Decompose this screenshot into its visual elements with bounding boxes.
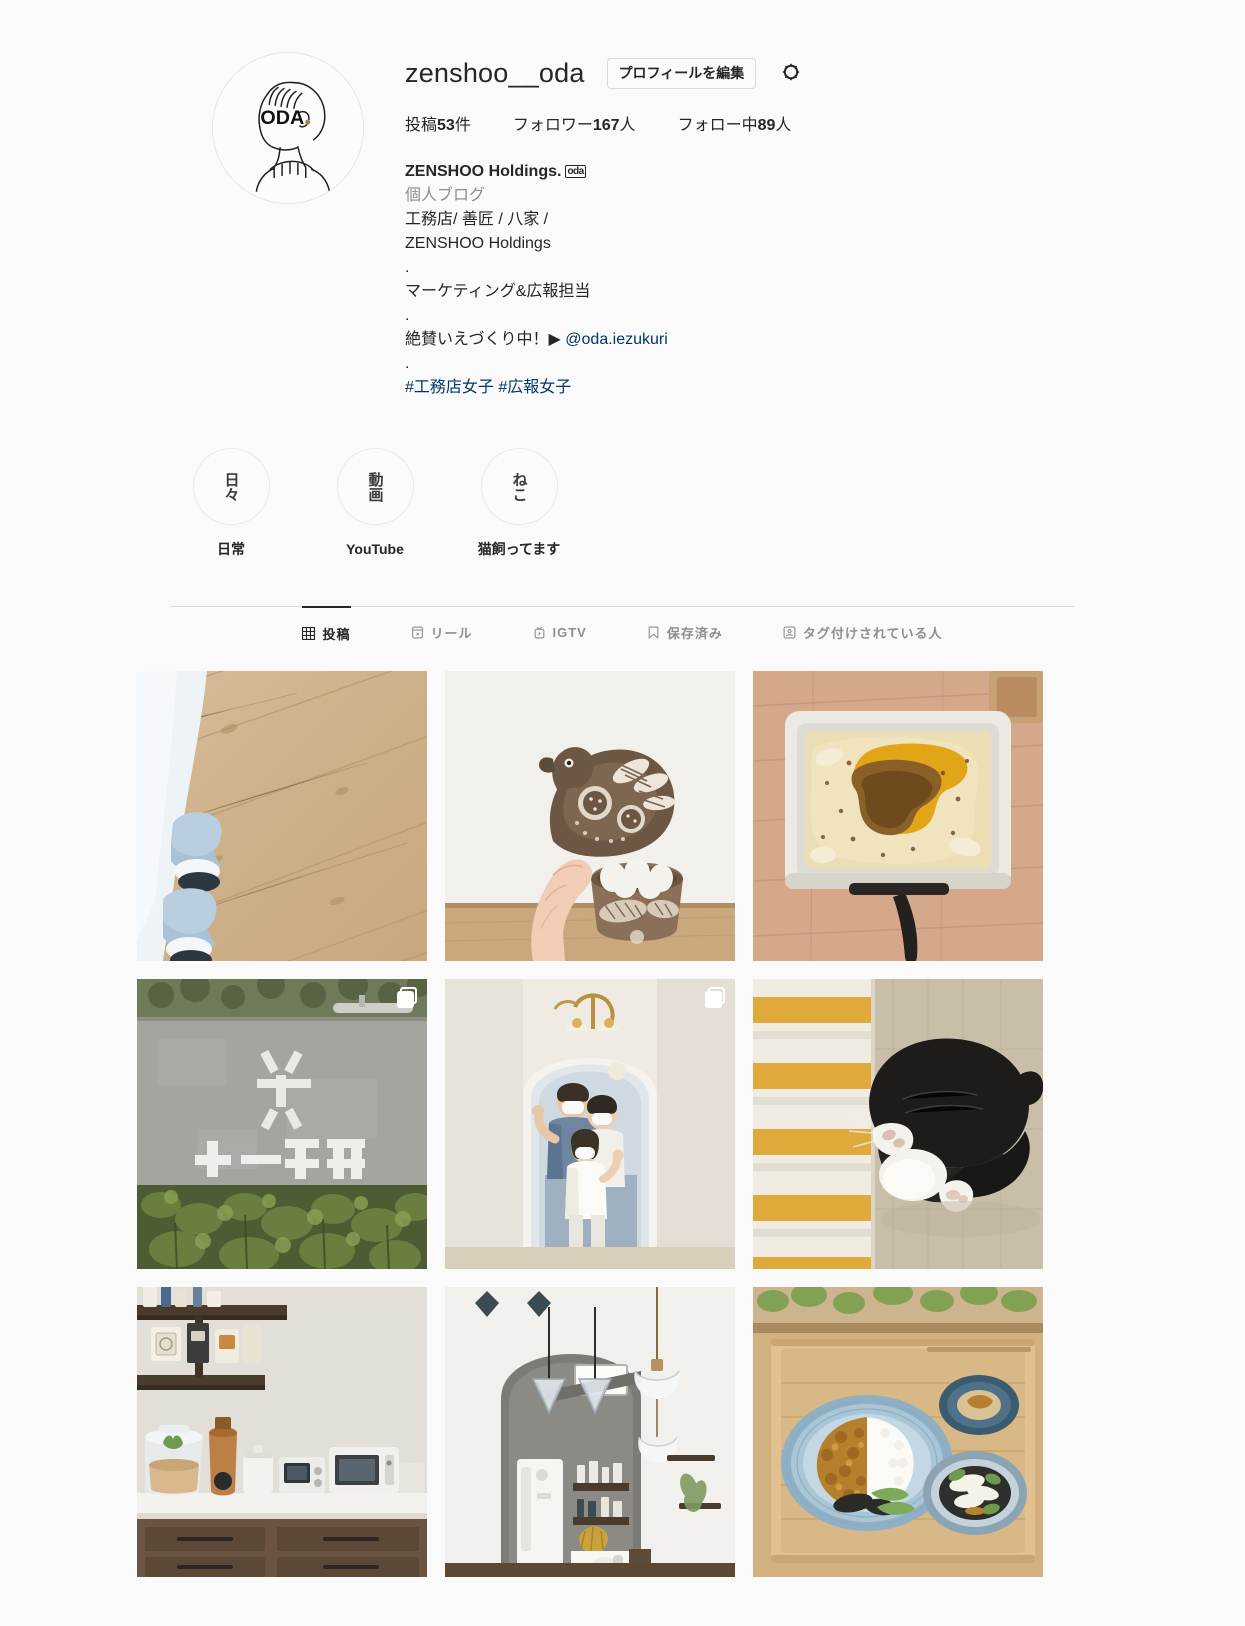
post-grid (137, 671, 1053, 1577)
stat-following-suffix: 人 (775, 117, 792, 134)
bio-line-2: . (405, 259, 410, 276)
grid-post-9[interactable] (753, 1287, 1043, 1577)
grid-icon (302, 626, 316, 640)
gear-icon (779, 60, 803, 87)
carousel-icon (397, 987, 419, 1009)
grid-post-5[interactable] (445, 979, 735, 1269)
stat-followers-label: フォロワー (512, 117, 593, 134)
grid-post-3[interactable] (753, 671, 1043, 961)
stats-row: 投稿53件 フォロワー167人 フォロー中89人 (405, 114, 1075, 138)
bio-line-3: マーケティング&広報担当 (405, 283, 591, 300)
igtv-icon (533, 626, 546, 639)
highlight-cover-youtube: 動画 (336, 448, 414, 525)
stat-followers-suffix: 人 (619, 117, 636, 134)
tab-label: IGTV (552, 624, 587, 640)
bio-category: 個人ブログ (405, 187, 486, 204)
tab-tagged[interactable]: タグ付けされている人 (783, 606, 943, 658)
tab-label: 保存済み (666, 625, 723, 641)
profile-info: zenshoo__oda プロフィールを編集 投稿53件 フォロワー167人 フ… (405, 42, 1075, 400)
grid-post-8[interactable] (445, 1287, 735, 1577)
highlight-cover-nichijou: 日々 (192, 448, 270, 525)
tagged-person-icon (783, 626, 796, 639)
bio-verified-badge: oda (565, 165, 586, 178)
tab-label: リール (430, 625, 473, 641)
bio-hashtags[interactable]: #工務店女子 #広報女子 (405, 376, 1075, 400)
bio-line-1: ZENSHOO Holdings (405, 235, 551, 252)
stat-followers-value: 167 (592, 117, 620, 134)
highlight-item-youtube[interactable]: 動画 YouTube (329, 448, 421, 558)
highlight-cover-neko: ねこ (480, 448, 558, 525)
stat-posts-value: 53 (437, 117, 455, 134)
stat-following[interactable]: フォロー中89人 (678, 114, 792, 138)
stat-posts-suffix: 件 (454, 117, 471, 134)
profile-tabs-container: 投稿 リール IGTV 保存済み タグ付けされている人 (170, 606, 1075, 659)
tab-saved[interactable]: 保存済み (647, 606, 723, 658)
bio-display-name: ZENSHOO Holdings. (405, 163, 562, 180)
bio-cta-text: 絶賛いえづくり中！▶ (405, 331, 566, 348)
highlight-item-nichijou[interactable]: 日々 日常 (185, 448, 277, 558)
settings-button[interactable] (778, 60, 804, 86)
highlight-label: 猫飼ってます (477, 541, 561, 557)
stat-following-label: フォロー中 (677, 117, 758, 134)
grid-post-2[interactable] (445, 671, 735, 961)
highlight-glyph: 日々 (222, 471, 240, 502)
avatar-column: ODA (170, 42, 405, 400)
stat-posts-label: 投稿 (405, 117, 438, 134)
bio-spacer-dot: . (405, 355, 410, 372)
highlight-glyph: ねこ (510, 471, 528, 502)
grid-post-1[interactable] (137, 671, 427, 961)
tab-posts[interactable]: 投稿 (302, 606, 351, 658)
reels-icon (411, 626, 424, 639)
highlight-glyph: 動画 (366, 471, 384, 502)
tab-label: 投稿 (322, 626, 351, 642)
avatar[interactable]: ODA (211, 52, 364, 204)
bio-line-4: . (405, 307, 410, 324)
tab-reels[interactable]: リール (411, 606, 473, 658)
highlight-label: YouTube (346, 541, 404, 557)
profile-tabs: 投稿 リール IGTV 保存済み タグ付けされている人 (170, 606, 1075, 659)
highlight-label: 日常 (217, 541, 245, 557)
bio: ZENSHOO Holdings. oda 個人ブログ 工務店/ 善匠 / 八家 … (405, 160, 1075, 400)
profile-header: ODA zenshoo__oda プロフィールを編集 投稿53件 フォロワー16… (170, 0, 1075, 400)
grid-post-6[interactable] (753, 979, 1043, 1269)
username-row: zenshoo__oda プロフィールを編集 (405, 56, 1075, 90)
carousel-icon (705, 987, 727, 1009)
grid-post-7[interactable] (137, 1287, 427, 1577)
stat-posts[interactable]: 投稿53件 (405, 114, 471, 138)
stat-following-value: 89 (757, 117, 776, 134)
tab-igtv[interactable]: IGTV (533, 606, 587, 658)
bio-cta-row: 絶賛いえづくり中！▶ @oda.iezukuri (405, 328, 1075, 352)
bio-line-0: 工務店/ 善匠 / 八家 / (405, 211, 549, 228)
edit-profile-button[interactable]: プロフィールを編集 (606, 57, 757, 89)
stat-followers[interactable]: フォロワー167人 (513, 114, 636, 138)
svg-text:ODA: ODA (260, 107, 304, 129)
bio-mention-link[interactable]: @oda.iezukuri (565, 331, 668, 348)
highlight-item-neko[interactable]: ねこ 猫飼ってます (473, 448, 565, 558)
story-highlights: 日々 日常 動画 YouTube ねこ 猫飼ってます (185, 448, 1245, 558)
page-title: zenshoo__oda (405, 58, 585, 88)
tab-label: タグ付けされている人 (802, 625, 943, 641)
bio-name-row: ZENSHOO Holdings. oda (405, 160, 1075, 184)
grid-post-4[interactable] (137, 979, 427, 1269)
bookmark-icon (647, 626, 660, 639)
